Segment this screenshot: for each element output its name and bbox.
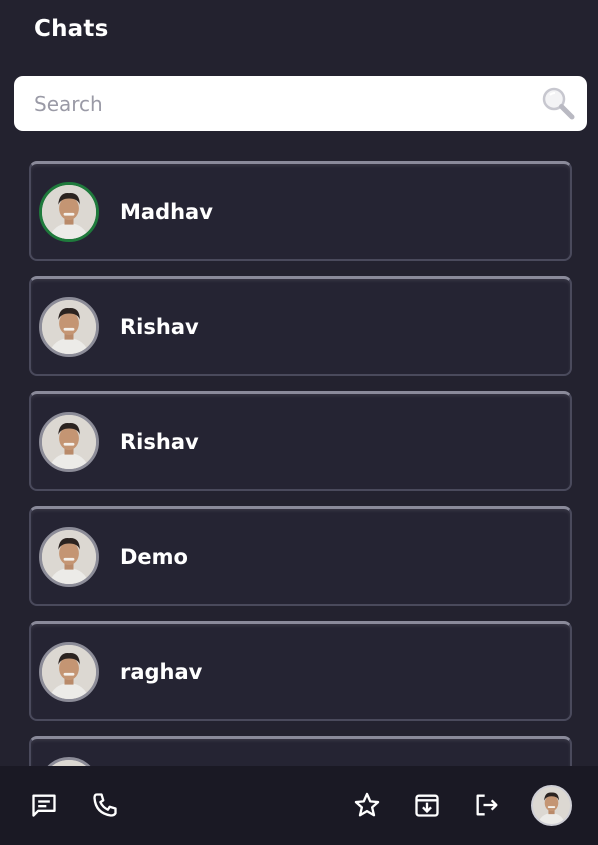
chat-app: Madhav Rishav Rishav Demo raghav Chats S…	[0, 0, 598, 845]
search-input[interactable]	[34, 76, 534, 131]
chat-avatar	[39, 757, 99, 766]
chat-name: raghav	[120, 660, 203, 684]
chat-item-1[interactable]: Rishav	[29, 276, 572, 376]
chat-name: Rishav	[120, 315, 199, 339]
person-avatar-icon	[533, 787, 570, 824]
search-icon[interactable]	[538, 83, 578, 123]
search-bar	[14, 76, 587, 131]
chat-item-4[interactable]: raghav	[29, 621, 572, 721]
person-avatar-icon	[42, 300, 96, 354]
chat-avatar	[39, 527, 99, 587]
person-avatar-icon	[42, 530, 96, 584]
chat-avatar	[39, 297, 99, 357]
archive-icon[interactable]	[413, 791, 441, 819]
chat-name: Rishav	[120, 430, 199, 454]
profile-avatar[interactable]	[531, 785, 572, 826]
bottom-nav	[0, 766, 598, 845]
chat-icon[interactable]	[30, 791, 58, 819]
star-icon[interactable]	[353, 791, 381, 819]
chat-name: Demo	[120, 545, 188, 569]
chat-item-3[interactable]: Demo	[29, 506, 572, 606]
chat-avatar	[39, 642, 99, 702]
person-avatar-icon	[42, 185, 96, 239]
chat-avatar	[39, 412, 99, 472]
chat-avatar	[39, 182, 99, 242]
person-avatar-icon	[42, 415, 96, 469]
page-title: Chats	[34, 16, 109, 42]
person-avatar-icon	[42, 645, 96, 699]
chat-name: Madhav	[120, 200, 213, 224]
logout-icon[interactable]	[473, 791, 501, 819]
phone-icon[interactable]	[91, 791, 119, 819]
chat-item-0[interactable]: Madhav	[29, 161, 572, 261]
chat-item-5[interactable]	[29, 736, 572, 766]
chat-item-2[interactable]: Rishav	[29, 391, 572, 491]
